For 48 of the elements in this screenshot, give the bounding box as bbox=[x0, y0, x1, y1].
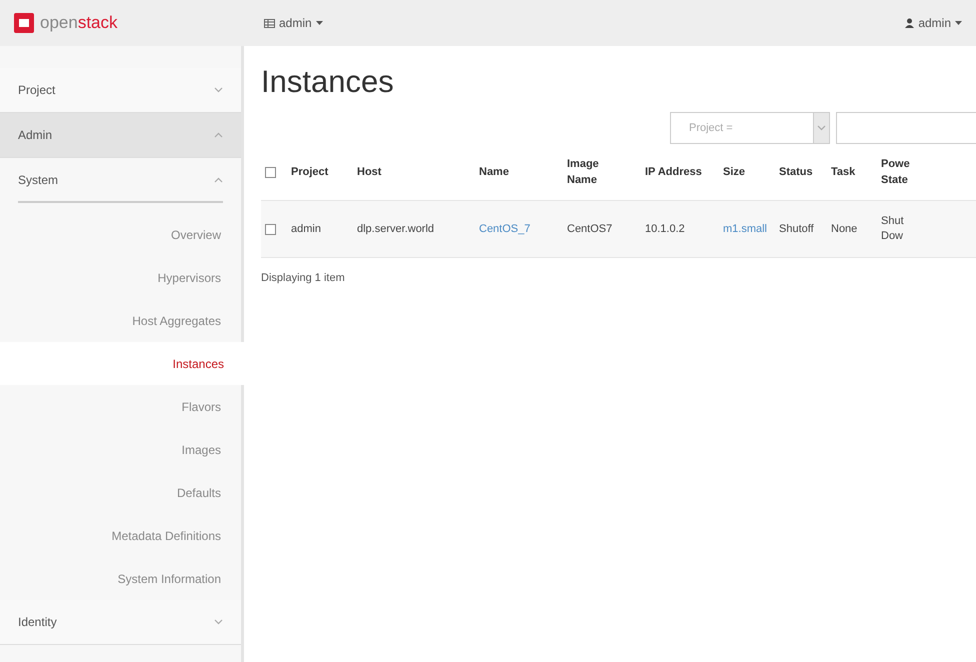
table-cell-text: Shut Dow bbox=[881, 214, 905, 244]
table-link[interactable]: m1.small bbox=[723, 222, 779, 236]
table-link[interactable]: CentOS_7 bbox=[479, 222, 567, 236]
table-cell-text: None bbox=[831, 222, 858, 236]
column-header: Name bbox=[479, 166, 509, 178]
checkbox[interactable] bbox=[265, 224, 276, 234]
table-cell-text: CentOS7 bbox=[567, 222, 614, 236]
table-cell-text: admin bbox=[291, 222, 322, 236]
sidebar-item[interactable]: Overview bbox=[0, 213, 241, 256]
column-header: Task bbox=[831, 166, 856, 178]
chevron-down-icon bbox=[817, 125, 826, 131]
table-cell-text: dlp.server.world bbox=[357, 222, 436, 236]
sidebar-item[interactable]: System Information bbox=[0, 557, 241, 600]
sidebar-item[interactable]: Images bbox=[0, 428, 241, 471]
caret-icon bbox=[316, 21, 323, 25]
page-title: Instances bbox=[261, 66, 395, 97]
sidebar-item[interactable]: Defaults bbox=[0, 471, 241, 514]
column-header: Host bbox=[357, 166, 382, 178]
item-count: Displaying 1 item bbox=[261, 271, 346, 286]
chevron-up-icon bbox=[214, 176, 223, 182]
checkbox[interactable] bbox=[265, 166, 276, 178]
project-menu[interactable]: admin bbox=[264, 14, 323, 32]
user-icon bbox=[905, 18, 914, 28]
chevron-down-icon bbox=[214, 87, 223, 93]
column-header: Size bbox=[723, 166, 746, 178]
user-menu[interactable]: admin bbox=[905, 14, 962, 32]
sidebar-section[interactable]: Admin bbox=[0, 113, 241, 158]
sidebar-item[interactable]: Host Aggregates bbox=[0, 299, 241, 342]
column-header: Image Name bbox=[567, 158, 599, 186]
chevron-down-icon bbox=[214, 619, 223, 625]
sidebar-group[interactable]: System bbox=[18, 158, 223, 203]
caret-icon bbox=[955, 21, 962, 25]
sidebar-item[interactable]: Flavors bbox=[0, 385, 241, 428]
column-header: Status bbox=[779, 166, 813, 178]
sidebar-item[interactable]: Metadata Definitions bbox=[0, 514, 241, 557]
logo-text: openstack bbox=[40, 12, 118, 34]
table-cell-text: 10.1.0.2 bbox=[645, 222, 686, 236]
grid-icon bbox=[264, 18, 275, 28]
filter-select[interactable]: Project = bbox=[670, 112, 830, 144]
sidebar-item[interactable]: Hypervisors bbox=[0, 256, 241, 299]
column-header: Project bbox=[291, 166, 328, 178]
column-header: Powe State bbox=[881, 158, 910, 186]
filter-input[interactable] bbox=[836, 112, 976, 144]
table-cell-text: Shutoff bbox=[779, 222, 815, 236]
chevron-up-icon bbox=[214, 132, 223, 138]
sidebar-item[interactable]: Instances bbox=[0, 342, 244, 385]
column-header: IP Address bbox=[645, 166, 702, 178]
logo-icon bbox=[14, 13, 34, 33]
